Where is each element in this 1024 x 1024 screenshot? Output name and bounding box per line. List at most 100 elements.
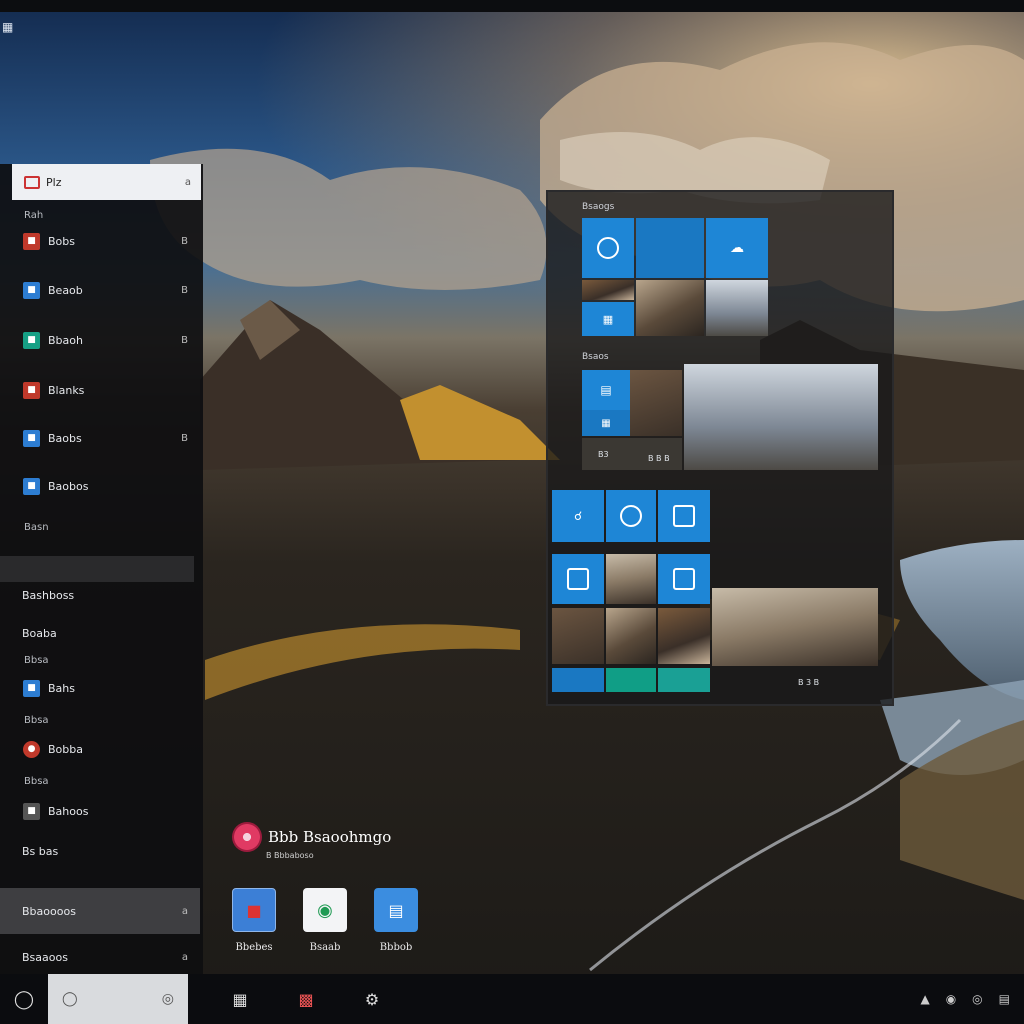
desktop-icon-1[interactable]: ■ Bbebes xyxy=(219,888,289,953)
app-icon-6: ■ xyxy=(23,477,40,495)
top-title-bar xyxy=(0,0,1024,12)
tile-app[interactable]: ▤ xyxy=(582,370,630,410)
app-icon xyxy=(24,175,40,189)
start-button[interactable]: ◯ xyxy=(0,974,48,1024)
tile-landscape[interactable] xyxy=(712,588,878,666)
taskbar-app-1[interactable]: ▦ xyxy=(212,974,268,1024)
tile-photo[interactable] xyxy=(706,280,768,336)
tile-clock[interactable] xyxy=(582,218,634,278)
menu-item-6[interactable]: ■ Baobos xyxy=(0,471,200,501)
menu-item-1[interactable]: ■ Bobs B xyxy=(0,226,200,256)
tile-photo[interactable] xyxy=(606,608,656,664)
cortana-icon: ◯ xyxy=(62,991,78,1007)
menu-item-b[interactable]: ■ Bahs xyxy=(0,673,200,703)
menu-item-d[interactable]: ■ Bahoos xyxy=(0,796,200,826)
notification-icon[interactable]: ◎ xyxy=(972,992,982,1006)
tile-app[interactable]: ▦ xyxy=(582,410,630,436)
window-icon: ▦ xyxy=(232,989,248,1009)
tile-app[interactable] xyxy=(658,490,710,542)
tile-landscape[interactable] xyxy=(684,364,878,470)
menu-item-5[interactable]: ■ Baobs B xyxy=(0,423,200,453)
tile-photo[interactable] xyxy=(658,608,710,664)
tile-footer-right: B 3 B xyxy=(798,678,820,687)
photo-app-icon: ■ xyxy=(232,888,276,932)
menu-item-3[interactable]: ■ Bbaoh B xyxy=(0,325,200,355)
tile-app[interactable]: ☌ xyxy=(552,490,604,542)
menu-item-label: Bbaoh xyxy=(48,333,83,347)
window-icon xyxy=(673,505,695,527)
tile-app[interactable]: ▦ xyxy=(582,302,634,336)
menu-item-label: Bashboss xyxy=(22,588,75,602)
grid-icon: ▦ xyxy=(602,312,614,326)
tile-app[interactable] xyxy=(658,554,710,604)
taskbar: ◯ ◯ ◎ ▦ ▩ ⚙ ▲ ◉ ◎ ▤ xyxy=(0,974,1024,1024)
menu-item-trailing: B xyxy=(181,284,188,296)
tile-photo[interactable] xyxy=(636,280,704,336)
action-center-icon[interactable]: ▤ xyxy=(999,992,1010,1006)
app-icon-1: ■ xyxy=(23,232,40,250)
desktop-icon-label: Bbbob xyxy=(379,942,413,953)
store-icon xyxy=(567,568,589,590)
menu-item-section[interactable]: Bashboss xyxy=(0,580,200,610)
desktop-app-title[interactable]: Bbb Bsaoohmgo xyxy=(232,822,391,852)
menu-item-label: Boaba xyxy=(22,626,57,640)
menu-item-highlighted[interactable]: Bbaoooos a xyxy=(0,888,200,934)
menu-item-e[interactable]: Bs bas xyxy=(0,836,200,866)
tile-app[interactable] xyxy=(658,668,710,692)
menu-item-selected[interactable] xyxy=(0,556,194,582)
menu-item-4[interactable]: ■ Blanks xyxy=(0,375,200,405)
menu-item-label: Bobba xyxy=(48,742,83,756)
grid-icon: ▦ xyxy=(601,417,611,429)
menu-item-2[interactable]: ■ Beaob B xyxy=(0,275,200,305)
volume-icon[interactable]: ◉ xyxy=(946,992,956,1006)
menu-item-plain[interactable]: Boaba xyxy=(0,618,200,648)
menu-item-label: Bobs xyxy=(48,234,75,248)
tile-app[interactable] xyxy=(606,490,656,542)
menu-item-trailing: a xyxy=(181,951,188,963)
tile-app[interactable] xyxy=(552,668,604,692)
tile-group-header: Bsaogs xyxy=(582,202,615,212)
window-icon[interactable]: ▦ xyxy=(2,20,18,38)
app-icon-4: ■ xyxy=(23,381,40,399)
tile-app[interactable] xyxy=(552,554,604,604)
system-tray: ▲ ◉ ◎ ▤ xyxy=(920,974,1010,1024)
menu-small-label: Bbsa xyxy=(24,776,49,787)
menu-item-c[interactable]: ● Bobba xyxy=(0,734,200,764)
app-icon: ■ xyxy=(23,802,40,820)
taskbar-app-3[interactable]: ⚙ xyxy=(344,974,400,1024)
tile-cloud[interactable]: ☁ xyxy=(706,218,768,278)
calendar-icon: ▩ xyxy=(298,989,314,1009)
taskbar-app-2[interactable]: ▩ xyxy=(278,974,334,1024)
flower-logo-icon xyxy=(232,822,262,852)
tile-app[interactable] xyxy=(636,218,704,278)
menu-item-trailing: B xyxy=(181,235,188,247)
menu-item-trailing: B xyxy=(181,334,188,346)
menu-item-trailing: B xyxy=(181,432,188,444)
menu-item-label: Baobs xyxy=(48,431,82,445)
tile-photo[interactable] xyxy=(552,608,604,664)
search-trailing: a xyxy=(184,176,191,188)
menu-item-label: Bs bas xyxy=(22,844,59,858)
network-icon[interactable]: ▲ xyxy=(920,992,929,1006)
app-icon: ● xyxy=(23,740,40,758)
desktop-icon-2[interactable]: ◉ Bsaab xyxy=(290,888,360,953)
desktop-icon-3[interactable]: ▤ Bbbob xyxy=(361,888,431,953)
menu-item-label: Bsaaoos xyxy=(22,950,68,964)
tile-group-header: Bsaos xyxy=(582,352,609,362)
document-icon: ▤ xyxy=(600,383,612,397)
search-label: Plz xyxy=(46,175,62,189)
desktop-icon-label: Bsaab xyxy=(309,942,341,953)
tile-photo[interactable] xyxy=(606,554,656,604)
tile-footer-mid: B B B xyxy=(648,454,670,463)
start-menu: Plz a Rah ■ Bobs B ■ Beaob B ■ Bbaoh B ■… xyxy=(0,164,203,974)
tile-photo[interactable] xyxy=(582,280,634,300)
start-search-row[interactable]: Plz a xyxy=(12,164,201,200)
app-icon: ■ xyxy=(23,679,40,697)
menu-item-bottom[interactable]: Bsaaoos a xyxy=(0,942,200,972)
menu-item-label: Beaob xyxy=(48,283,83,297)
taskbar-search[interactable]: ◯ ◎ xyxy=(48,974,188,1024)
tile-photo[interactable] xyxy=(630,370,682,436)
app-icon-3: ■ xyxy=(23,331,40,349)
settings-app-icon: ◉ xyxy=(303,888,347,932)
tile-app[interactable] xyxy=(606,668,656,692)
